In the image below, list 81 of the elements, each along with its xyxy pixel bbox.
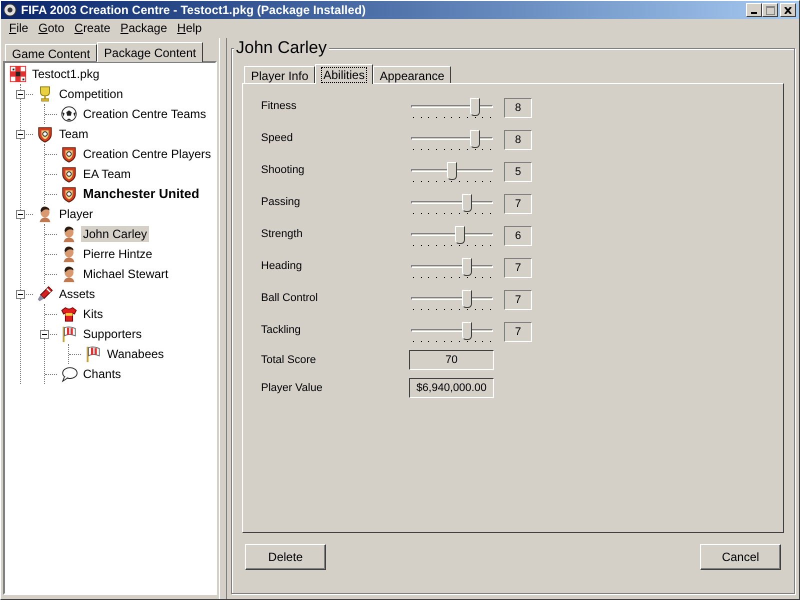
checkered-flag-icon [9, 65, 27, 83]
group-title: John Carley [234, 38, 329, 58]
tree-item[interactable]: Supporters [81, 326, 144, 342]
value-box: 8 [504, 130, 532, 150]
field-label: Total Score [261, 352, 318, 368]
collapse-toggle[interactable] [40, 330, 49, 339]
tree-item[interactable]: Kits [81, 306, 106, 322]
ball-icon [3, 3, 17, 17]
tree-item[interactable]: Chants [81, 366, 124, 382]
collapse-toggle[interactable] [16, 90, 25, 99]
brush-icon [36, 285, 54, 303]
flag-icon [60, 325, 78, 343]
ball-icon [60, 105, 78, 123]
splitter[interactable] [219, 38, 227, 599]
shirt-icon [60, 305, 78, 323]
ability-label: Tackling [261, 323, 302, 338]
shield-icon [60, 145, 78, 163]
tree-item[interactable]: Team [57, 126, 90, 142]
readonly-field: 70 [409, 350, 494, 370]
push-button[interactable]: Delete [245, 544, 326, 570]
readonly-field: $6,940,000.00 [409, 378, 494, 398]
menu-item[interactable]: Help [172, 20, 207, 37]
ability-label: Fitness [261, 99, 298, 114]
ability-label: Heading [261, 259, 303, 274]
shield-icon [36, 125, 54, 143]
minimize-button[interactable] [746, 3, 762, 17]
tree-item[interactable]: EA Team [81, 166, 133, 182]
tree-item[interactable]: Creation Centre Players [81, 146, 214, 162]
value-box: 7 [504, 258, 532, 278]
push-button[interactable]: Cancel [700, 544, 781, 570]
window-title: FIFA 2003 Creation Centre - Testoct1.pkg (Package Installed) [21, 2, 367, 19]
collapse-toggle[interactable] [16, 290, 25, 299]
shield-icon [60, 185, 78, 203]
ability-label: Ball Control [261, 291, 319, 306]
value-box: 8 [504, 98, 532, 118]
close-button[interactable] [780, 3, 796, 17]
tree-item[interactable]: Manchester United [81, 186, 202, 202]
menu-item[interactable]: Goto [33, 20, 70, 37]
ability-label: Speed [261, 131, 294, 146]
collapse-toggle[interactable] [16, 210, 25, 219]
menu-item[interactable]: File [4, 20, 34, 37]
slider-thumb[interactable] [454, 226, 465, 244]
ability-label: Strength [261, 227, 304, 242]
tree-item[interactable]: Player [57, 206, 96, 222]
value-box: 7 [504, 322, 532, 342]
ability-label: Passing [261, 195, 302, 210]
tab[interactable]: Abilities [315, 64, 373, 84]
collapse-toggle[interactable] [16, 130, 25, 139]
ability-label: Shooting [261, 163, 306, 178]
tree-item[interactable]: John Carley [81, 226, 150, 242]
shield-icon [60, 165, 78, 183]
value-box: 7 [504, 194, 532, 214]
flag-icon [84, 345, 102, 363]
tab[interactable]: Player Info [244, 66, 316, 83]
menu-item[interactable]: Create [69, 20, 116, 37]
side-tab[interactable]: Game Content [5, 44, 98, 61]
tree-item[interactable]: Testoct1.pkg [30, 66, 102, 82]
value-box: 7 [504, 290, 532, 310]
side-tab[interactable]: Package Content [97, 42, 204, 62]
value-box: 6 [504, 226, 532, 246]
maximize-button[interactable] [762, 3, 778, 17]
tree-item[interactable]: Competition [57, 86, 126, 102]
menu-item[interactable]: Package [115, 20, 172, 37]
slider-thumb[interactable] [470, 98, 480, 116]
field-label: Player Value [261, 380, 324, 396]
maximize-icon [766, 6, 774, 14]
tree-item[interactable]: Assets [57, 286, 98, 302]
tree-item[interactable]: Pierre Hintze [81, 246, 154, 262]
slider-thumb[interactable] [462, 322, 472, 340]
tree-item[interactable]: Wanabees [105, 346, 166, 362]
tab[interactable]: Appearance [372, 66, 452, 83]
slider-thumb[interactable] [447, 162, 457, 180]
tree-item[interactable]: Michael Stewart [81, 266, 170, 282]
slider-thumb[interactable] [470, 130, 480, 148]
speech-bubble-icon [60, 365, 78, 383]
slider-thumb[interactable] [462, 290, 472, 308]
value-box: 5 [504, 162, 532, 182]
slider-thumb[interactable] [462, 258, 472, 276]
slider-thumb[interactable] [462, 194, 472, 212]
close-icon [784, 6, 792, 14]
tree-item[interactable]: Creation Centre Teams [81, 106, 208, 122]
